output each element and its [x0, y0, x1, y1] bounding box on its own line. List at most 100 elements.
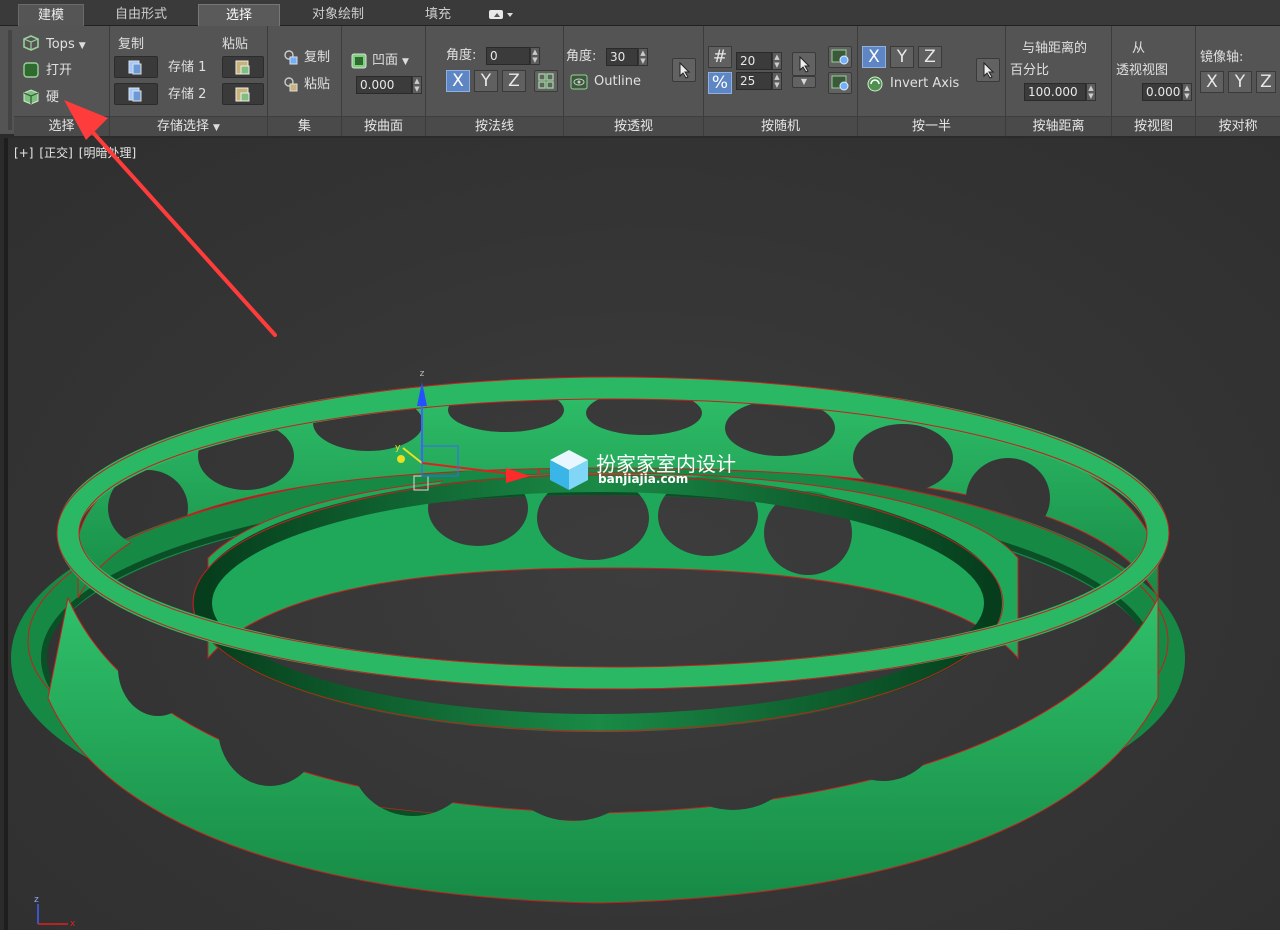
- half-z-button[interactable]: Z: [918, 46, 942, 68]
- panel-by-view: 从 透视视图 0.000 ▲ ▼ 按视图: [1112, 26, 1196, 136]
- surface-mode-dropdown[interactable]: 凹面 ▼: [372, 52, 409, 71]
- normal-y-button[interactable]: Y: [474, 70, 498, 92]
- panel-by-symmetry: 镜像轴: X Y Z 按对称: [1196, 26, 1280, 136]
- panel-store-selection: 复制 粘贴 存储 1 存储 2 存储选择 ▼: [110, 26, 268, 136]
- tab-modeling[interactable]: 建模: [18, 4, 84, 26]
- normal-angle-label: 角度:: [446, 48, 477, 63]
- random-count-toggle[interactable]: #: [708, 46, 732, 68]
- surface-value-input[interactable]: 0.000: [356, 76, 412, 94]
- panel-half-footer: 按一半: [858, 116, 1005, 136]
- store-copy-icon: [128, 60, 142, 75]
- panel-by-perspective: 角度: 30 ▲ ▼ Outline 按透视: [564, 26, 704, 136]
- panel-select: Tops ▼ 打开 硬 选择: [14, 26, 110, 136]
- store-footer-label: 存储选择: [157, 119, 210, 134]
- panel-by-half: X Y Z Invert Axis 按一半: [858, 26, 1006, 136]
- surface-value-spinner[interactable]: ▲ ▼: [412, 76, 422, 94]
- tab-selection[interactable]: 选择: [198, 4, 280, 26]
- chevron-down-icon: ▼: [402, 57, 409, 67]
- invert-axis-button[interactable]: Invert Axis: [890, 75, 959, 93]
- panel-store-footer[interactable]: 存储选择 ▼: [110, 116, 267, 136]
- normal-angle-spinner[interactable]: ▲ ▼: [530, 47, 540, 65]
- half-x-button[interactable]: X: [862, 46, 886, 68]
- ribbon-options-icon: [489, 10, 513, 19]
- ribbon-options-button[interactable]: [480, 4, 520, 26]
- panel-view-footer: 按视图: [1112, 116, 1195, 136]
- viewport-orthographic[interactable]: [+] [正交] [明暗处理] z x y z x 扮家家室内设计 banjia…: [4, 138, 1280, 930]
- axis-distance-label-2: 百分比: [1010, 63, 1050, 78]
- normal-angle-input[interactable]: 0: [486, 47, 530, 65]
- tab-object-paint[interactable]: 对象绘制: [292, 4, 384, 26]
- watermark-logo-icon: [550, 450, 588, 490]
- select-box-icon: [831, 75, 849, 91]
- half-select-button[interactable]: [976, 58, 1000, 82]
- store-copy-2-button[interactable]: [114, 83, 158, 105]
- mirror-x-button[interactable]: X: [1200, 71, 1224, 93]
- set-copy-icon: [282, 48, 300, 70]
- panel-by-normal: 角度: 0 ▲ ▼ X Y Z 按法线: [426, 26, 564, 136]
- axis-distance-spinner[interactable]: ▲ ▼: [1086, 83, 1096, 101]
- random-select-none-button[interactable]: [828, 72, 852, 94]
- mirror-z-button[interactable]: Z: [1256, 71, 1276, 93]
- normal-x-button[interactable]: X: [446, 70, 470, 92]
- set-paste-icon: [282, 75, 300, 97]
- set-copy-button[interactable]: 复制: [304, 49, 330, 67]
- store-copy-icon: [128, 87, 142, 102]
- axis-distance-input[interactable]: 100.000: [1024, 83, 1086, 101]
- ribbon-grip[interactable]: [8, 30, 12, 130]
- store-1-label: 存储 1: [168, 60, 207, 75]
- outline-button[interactable]: Outline: [594, 73, 641, 91]
- mirror-axis-label: 镜像轴:: [1200, 50, 1244, 65]
- chevron-down-icon: ▼: [800, 77, 808, 86]
- cursor-icon: [799, 55, 811, 73]
- random-count-input[interactable]: 20: [736, 52, 772, 70]
- random-options-dropdown[interactable]: ▼: [792, 76, 816, 88]
- svg-text:z: z: [420, 369, 425, 379]
- panel-by-random: # 20 ▲ ▼ % 25 ▲ ▼ ▼ 按随机: [704, 26, 858, 136]
- cursor-icon: [679, 61, 691, 79]
- svg-text:x: x: [536, 467, 542, 477]
- panel-axisdist-footer: 按轴距离: [1006, 116, 1111, 136]
- cursor-icon: [983, 61, 995, 79]
- set-paste-button[interactable]: 粘贴: [304, 76, 330, 94]
- store-paste-1-button[interactable]: [222, 56, 264, 78]
- open-icon: [22, 61, 40, 83]
- random-percent-spinner[interactable]: ▲ ▼: [772, 72, 782, 90]
- chevron-down-icon: ▼: [213, 123, 220, 133]
- panel-select-footer: 选择: [14, 116, 109, 136]
- store-paste-label: 粘贴: [222, 37, 249, 52]
- panel-mirror-footer: 按对称: [1196, 116, 1280, 136]
- invert-axis-icon: [866, 75, 884, 97]
- random-percent-input[interactable]: 25: [736, 72, 772, 90]
- select-box-icon: [831, 49, 849, 65]
- scene-canvas[interactable]: z x y z x: [8, 138, 1280, 930]
- panel-by-surface: 凹面 ▼ 0.000 ▲ ▼ 按曲面: [342, 26, 426, 136]
- tab-freeform[interactable]: 自由形式: [96, 4, 186, 26]
- view-value-spinner[interactable]: ▲ ▼: [1182, 83, 1192, 101]
- open-button[interactable]: 打开: [46, 62, 72, 80]
- random-select-button[interactable]: [792, 52, 816, 76]
- persp-angle-input[interactable]: 30: [606, 48, 638, 66]
- outline-icon: [570, 73, 588, 95]
- random-percent-toggle[interactable]: %: [708, 72, 732, 94]
- store-paste-2-button[interactable]: [222, 83, 264, 105]
- random-count-spinner[interactable]: ▲ ▼: [772, 52, 782, 70]
- store-2-label: 存储 2: [168, 87, 207, 102]
- view-value-input[interactable]: 0.000: [1142, 83, 1182, 101]
- hard-button[interactable]: 硬: [46, 89, 59, 107]
- tab-populate[interactable]: 填充: [400, 4, 476, 26]
- half-y-button[interactable]: Y: [890, 46, 914, 68]
- store-paste-icon: [235, 87, 250, 102]
- mirror-y-button[interactable]: Y: [1228, 71, 1252, 93]
- persp-angle-spinner[interactable]: ▲ ▼: [638, 48, 648, 66]
- store-copy-1-button[interactable]: [114, 56, 158, 78]
- hash-icon: #: [712, 47, 728, 67]
- random-select-all-button[interactable]: [828, 46, 852, 68]
- normal-z-button[interactable]: Z: [502, 70, 526, 92]
- normal-grid-button[interactable]: [534, 70, 558, 92]
- axis-distance-label-1: 与轴距离的: [1022, 41, 1088, 56]
- surface-mode-label: 凹面: [372, 53, 399, 68]
- panel-by-axis-distance: 与轴距离的 百分比 100.000 ▲ ▼ 按轴距离: [1006, 26, 1112, 136]
- store-paste-icon: [235, 60, 250, 75]
- tops-dropdown[interactable]: Tops ▼: [46, 36, 86, 55]
- persp-select-button[interactable]: [672, 58, 696, 82]
